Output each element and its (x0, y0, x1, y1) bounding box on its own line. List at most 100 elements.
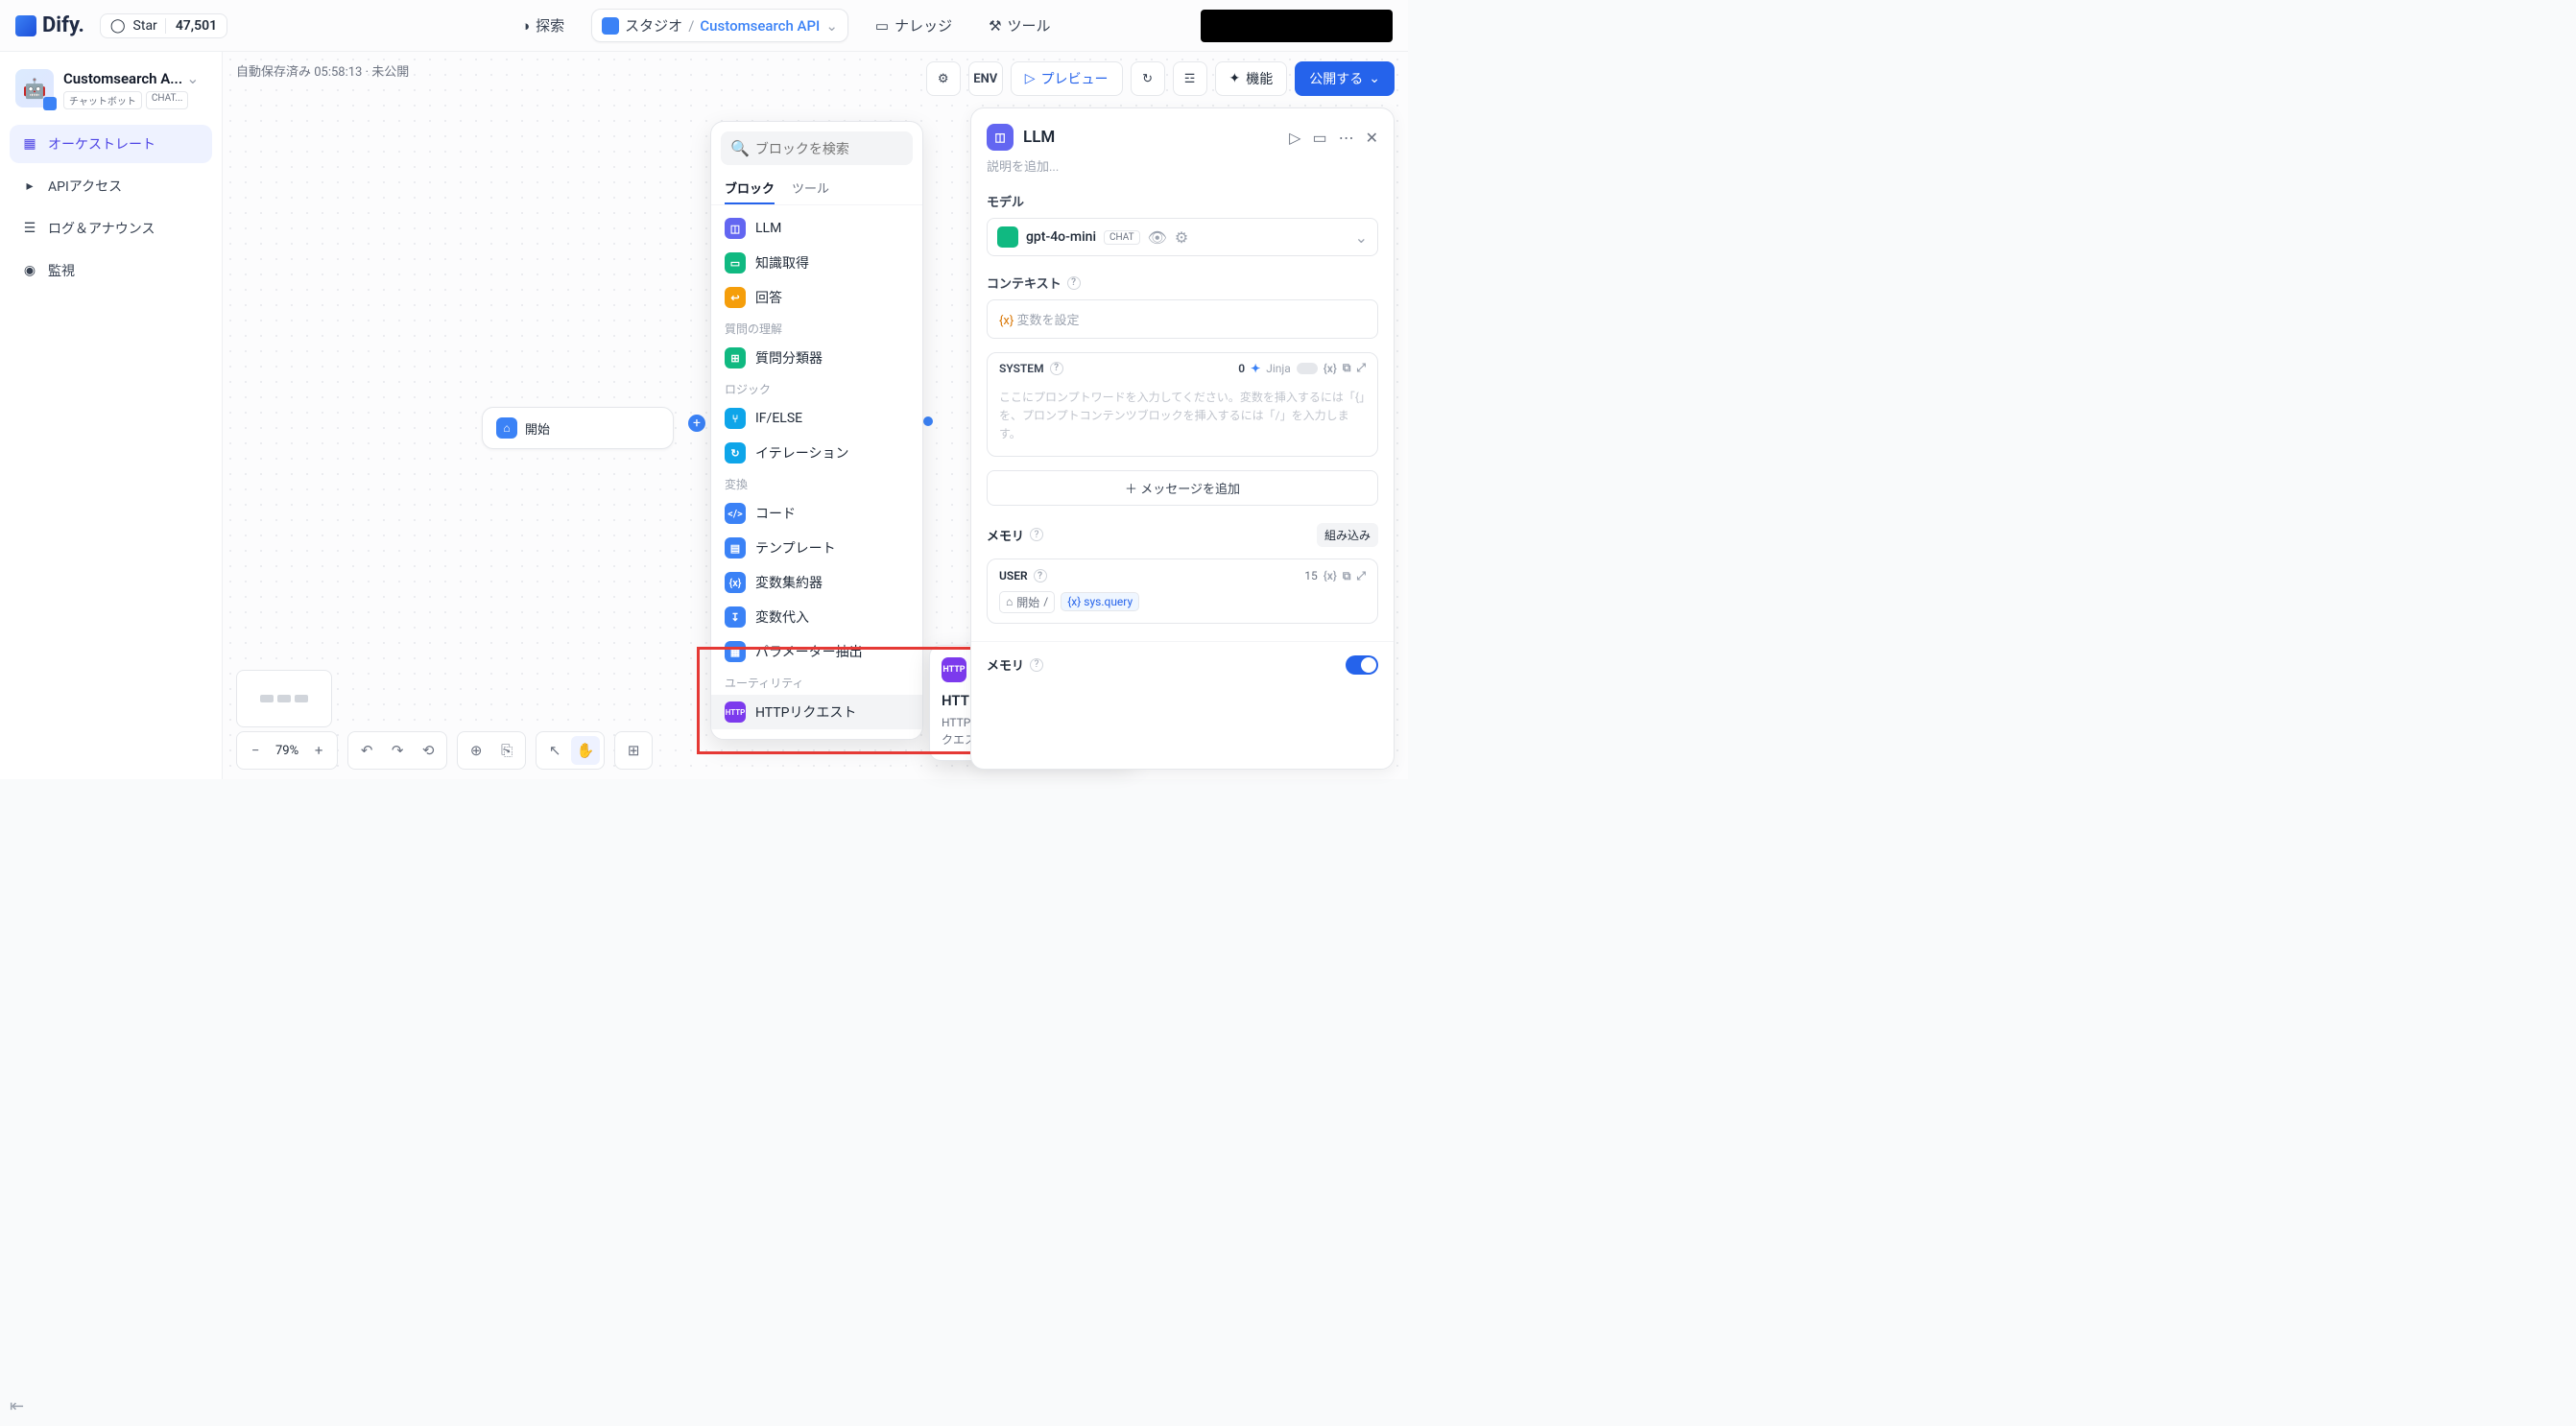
sidebar-item-monitor[interactable]: ◉ 監視 (10, 251, 212, 290)
inspector-desc[interactable]: 説明を追加... (987, 156, 1378, 175)
app-title: Customsearch A... (63, 70, 182, 87)
chevron-down-icon[interactable]: ⌄ (825, 17, 838, 35)
preview-button[interactable]: ▷ プレビュー (1011, 61, 1123, 96)
logo[interactable]: Dify. (15, 13, 84, 37)
nav-tools[interactable]: ⚒ ツール (979, 10, 1060, 41)
play-icon[interactable]: ▷ (1289, 129, 1300, 147)
user-chip-start: ⌂ 開始 / (999, 591, 1055, 613)
history-button[interactable]: ⟲ (414, 736, 442, 765)
add-button[interactable]: ⊕ (462, 736, 490, 765)
sidebar-collapse[interactable]: ⇤ (10, 1396, 24, 1416)
minimap[interactable] (236, 670, 332, 727)
http-icon: HTTP (942, 657, 966, 682)
picker-item-llm[interactable]: ◫LLM (711, 211, 922, 246)
note-button[interactable]: ⎘ (492, 736, 521, 765)
picker-item-knowledge[interactable]: ▭知識取得 (711, 246, 922, 280)
book-icon[interactable]: ▭ (1312, 129, 1326, 147)
help-icon[interactable]: ? (1030, 528, 1043, 541)
zoom-out-button[interactable]: − (241, 736, 270, 765)
redo-button[interactable]: ↷ (383, 736, 412, 765)
account-area[interactable] (1201, 10, 1393, 42)
star-count: 47,501 (165, 18, 217, 34)
node-label: 開始 (525, 419, 550, 438)
help-icon[interactable]: ? (1050, 362, 1063, 375)
jinja-toggle[interactable] (1297, 363, 1318, 374)
sparkle-icon[interactable]: ✦ (1251, 362, 1260, 375)
branch-icon: ⑂ (725, 408, 746, 429)
chevron-down-icon[interactable]: ⌄ (186, 69, 199, 87)
memory-toggle[interactable] (1346, 655, 1378, 675)
code-icon: </> (725, 503, 746, 524)
loop-icon: ↻ (725, 442, 746, 463)
sliders-icon[interactable]: ⚙ (1175, 228, 1188, 247)
nav-explore[interactable]: ◑ 探索 (512, 10, 574, 41)
picker-search-input[interactable] (755, 141, 903, 156)
picker-item-iteration[interactable]: ↻イテレーション (711, 436, 922, 470)
github-star[interactable]: ◯ Star 47,501 (100, 13, 227, 38)
nav-studio[interactable]: スタジオ / Customsearch API ⌄ (591, 9, 848, 42)
robot-icon (602, 17, 619, 35)
pointer-tool[interactable]: ↖ (540, 736, 569, 765)
picker-item-code[interactable]: </>コード (711, 496, 922, 531)
picker-item-classifier[interactable]: ⊞質問分類器 (711, 341, 922, 375)
canvas[interactable]: 自動保存済み 05:58:13 · 未公開 ⚙ ENV ▷ プレビュー ↻ ☲ … (223, 52, 1408, 779)
token-count: 0 (1238, 362, 1245, 375)
sidebar-item-logs[interactable]: ☰ ログ＆アナウンス (10, 209, 212, 248)
picker-item-http[interactable]: HTTPHTTPリクエスト (711, 695, 922, 729)
picker-item-varagg[interactable]: {x}変数集約器 (711, 565, 922, 600)
copy-icon[interactable]: ⧉ (1343, 569, 1351, 583)
chevron-down-icon: ⌄ (1369, 71, 1380, 86)
help-icon[interactable]: ? (1067, 276, 1081, 290)
add-message-button[interactable]: ＋ メッセージを追加 (987, 470, 1378, 506)
close-icon[interactable]: ✕ (1366, 129, 1378, 147)
history-icon-button[interactable]: ↻ (1131, 61, 1165, 96)
picker-search[interactable]: 🔍 (721, 131, 913, 165)
zoom-in-button[interactable]: + (304, 736, 333, 765)
book-icon: ▭ (725, 252, 746, 273)
more-icon[interactable]: ⋯ (1339, 129, 1354, 147)
reply-icon: ↩ (725, 287, 746, 308)
copy-icon[interactable]: ⧉ (1343, 361, 1351, 375)
publish-button[interactable]: 公開する ⌄ (1295, 61, 1395, 96)
app-header[interactable]: 🤖 Customsearch A... ⌄ チャットボット CHAT... (10, 65, 212, 113)
system-prompt-input[interactable]: ここにプロンプトワードを入力してください。変数を挿入するには「{」を、プロンプト… (988, 383, 1377, 456)
node-start[interactable]: ⌂ 開始 (482, 407, 674, 449)
picker-tab-tools[interactable]: ツール (792, 173, 829, 204)
expand-icon[interactable]: ⤢ (1356, 569, 1366, 583)
sidebar-item-api[interactable]: ▸ APIアクセス (10, 167, 212, 205)
inspector-panel: ◫ LLM ▷ ▭ ⋯ ✕ 説明を追加... モデル gpt-4o-mini C… (970, 107, 1395, 770)
features-button[interactable]: ✦ 機能 (1215, 61, 1288, 96)
picker-item-template[interactable]: ▤テンプレート (711, 531, 922, 565)
model-badge: CHAT (1104, 230, 1140, 245)
layout-icon: ▦ (21, 135, 38, 153)
undo-button[interactable]: ↶ (352, 736, 381, 765)
picker-item-ifelse[interactable]: ⑂IF/ELSE (711, 401, 922, 436)
user-chip-var[interactable]: {x} sys.query (1061, 592, 1139, 611)
expand-icon[interactable]: ⤢ (1356, 361, 1366, 375)
logo-text: Dify. (42, 13, 84, 37)
book-icon: ▭ (875, 17, 889, 35)
layout-button[interactable]: ⊞ (619, 736, 648, 765)
add-node-button[interactable]: + (688, 415, 705, 432)
hand-tool[interactable]: ✋ (571, 736, 600, 765)
nav-knowledge[interactable]: ▭ ナレッジ (866, 10, 962, 41)
chevron-down-icon[interactable]: ⌄ (1355, 228, 1368, 247)
picker-tab-blocks[interactable]: ブロック (725, 173, 775, 204)
app-tag: チャットボット (63, 91, 142, 109)
connection-handle[interactable] (923, 416, 933, 426)
env-button[interactable]: ENV (968, 61, 1003, 96)
picker-item-answer[interactable]: ↩回答 (711, 280, 922, 315)
picker-item-varassign[interactable]: ↧変数代入 (711, 600, 922, 634)
breadcrumb-app[interactable]: Customsearch API (700, 17, 820, 35)
sidebar-item-orchestrate[interactable]: ▦ オーケストレート (10, 125, 212, 163)
context-field[interactable]: {x} 変数を設定 (987, 299, 1378, 339)
code-icon-button[interactable]: ⚙ (926, 61, 961, 96)
picker-item-paramextract[interactable]: ▦パラメーター抽出 (711, 634, 922, 669)
help-icon[interactable]: ? (1034, 569, 1047, 582)
help-icon[interactable]: ? (1030, 658, 1043, 672)
model-selector[interactable]: gpt-4o-mini CHAT 👁 ⚙ ⌄ (987, 218, 1378, 256)
checklist-icon-button[interactable]: ☲ (1173, 61, 1207, 96)
var-icon[interactable]: {x} (1324, 362, 1337, 375)
eye-icon[interactable]: 👁 (1148, 228, 1167, 247)
var-icon[interactable]: {x} (1324, 569, 1337, 582)
